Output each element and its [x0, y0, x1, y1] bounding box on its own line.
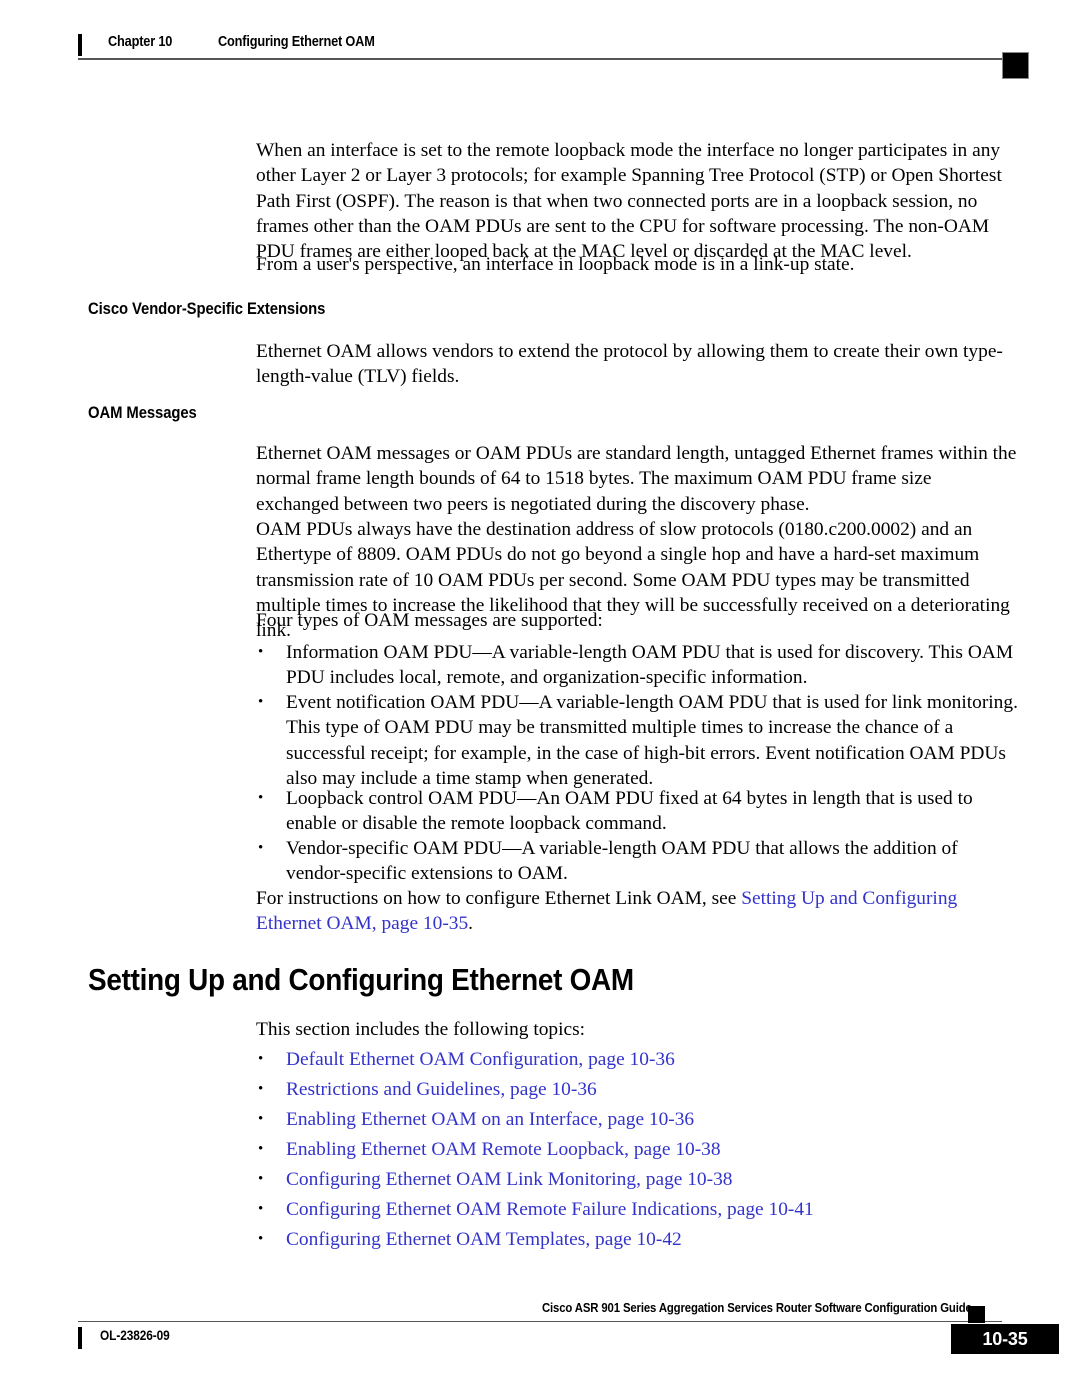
bullet-glyph: •: [258, 1081, 264, 1097]
list-item[interactable]: • Default Ethernet OAM Configuration, pa…: [258, 1047, 958, 1072]
bullet-glyph: •: [258, 1171, 264, 1187]
footer-divider: [78, 1321, 1002, 1323]
toc-link-configuring-ethernet-oam-templates[interactable]: Configuring Ethernet OAM Templates, page…: [286, 1227, 958, 1252]
list-item[interactable]: • Restrictions and Guidelines, page 10-3…: [258, 1077, 958, 1102]
list-item: • Loopback control OAM PDU—An OAM PDU fi…: [258, 786, 1020, 837]
bullet-glyph: •: [258, 1141, 264, 1157]
header-divider: [78, 58, 1002, 60]
paragraph-cross-reference: For instructions on how to configure Eth…: [256, 886, 1018, 937]
footer-accent-bar: [78, 1327, 82, 1349]
paragraph-section-intro: This section includes the following topi…: [256, 1019, 586, 1040]
bullet-glyph: •: [258, 790, 264, 806]
page-header: Chapter 10 Configuring Ethernet OAM: [78, 32, 1029, 79]
toc-link-enabling-ethernet-oam-remote-loopback[interactable]: Enabling Ethernet OAM Remote Loopback, p…: [286, 1137, 958, 1162]
footer-document-id: OL-23826-09: [100, 1328, 170, 1343]
paragraph-user-perspective: From a user's perspective, an interface …: [256, 254, 855, 275]
list-item-text: Vendor-specific OAM PDU—A variable-lengt…: [286, 838, 958, 885]
list-item[interactable]: • Configuring Ethernet OAM Link Monitori…: [258, 1167, 958, 1192]
bullet-glyph: •: [258, 840, 264, 856]
list-item: • Event notification OAM PDU—A variable-…: [258, 690, 1020, 791]
bullet-glyph: •: [258, 1051, 264, 1067]
list-item-text: Event notification OAM PDU—A variable-le…: [286, 692, 1018, 789]
footer-guide-title: Cisco ASR 901 Series Aggregation Service…: [542, 1300, 972, 1315]
bullet-glyph: •: [258, 1201, 264, 1217]
list-item[interactable]: • Enabling Ethernet OAM on an Interface,…: [258, 1107, 958, 1132]
toc-link-configuring-ethernet-oam-remote-failure-indications[interactable]: Configuring Ethernet OAM Remote Failure …: [286, 1197, 958, 1222]
toc-link-default-ethernet-oam-configuration[interactable]: Default Ethernet OAM Configuration, page…: [286, 1047, 958, 1072]
toc-link-configuring-ethernet-oam-link-monitoring[interactable]: Configuring Ethernet OAM Link Monitoring…: [286, 1167, 958, 1192]
header-thumb-tab-marker: [1002, 52, 1029, 79]
list-item: • Information OAM PDU—A variable-length …: [258, 640, 1020, 691]
cross-reference-lead-text: For instructions on how to configure Eth…: [256, 888, 742, 909]
page-number-box: 10-35: [951, 1324, 1059, 1354]
bullet-glyph: •: [258, 694, 264, 710]
list-item-text: Information OAM PDU—A variable-length OA…: [286, 642, 1014, 689]
header-accent-bar: [78, 34, 82, 56]
list-item-text: Loopback control OAM PDU—An OAM PDU fixe…: [286, 788, 973, 835]
header-chapter-title: Configuring Ethernet OAM: [218, 34, 375, 50]
header-chapter-label: Chapter 10: [108, 34, 173, 50]
page-number: 10-35: [982, 1329, 1028, 1349]
footer-thumb-tab-marker: [968, 1306, 985, 1323]
page-title: Setting Up and Configuring Ethernet OAM: [88, 962, 634, 997]
list-item: • Vendor-specific OAM PDU—A variable-len…: [258, 836, 1020, 887]
paragraph-four-types-intro: Four types of OAM messages are supported…: [256, 610, 603, 631]
heading-cisco-vendor-specific-extensions: Cisco Vendor-Specific Extensions: [88, 300, 326, 318]
heading-oam-messages: OAM Messages: [88, 404, 197, 422]
toc-link-restrictions-and-guidelines[interactable]: Restrictions and Guidelines, page 10-36: [286, 1077, 958, 1102]
list-item[interactable]: • Configuring Ethernet OAM Remote Failur…: [258, 1197, 958, 1222]
paragraph-loopback-mode: When an interface is set to the remote l…: [256, 140, 1002, 263]
list-item[interactable]: • Enabling Ethernet OAM Remote Loopback,…: [258, 1137, 958, 1162]
paragraph-oam-message-lengths: Ethernet OAM messages or OAM PDUs are st…: [256, 443, 1017, 515]
bullet-glyph: •: [258, 644, 264, 660]
list-item[interactable]: • Configuring Ethernet OAM Templates, pa…: [258, 1227, 958, 1252]
page-footer: Cisco ASR 901 Series Aggregation Service…: [78, 1300, 1059, 1370]
cross-reference-trailing-text: .: [468, 913, 474, 935]
toc-link-enabling-ethernet-oam-on-an-interface[interactable]: Enabling Ethernet OAM on an Interface, p…: [286, 1107, 958, 1132]
bullet-glyph: •: [258, 1111, 264, 1127]
bullet-glyph: •: [258, 1231, 264, 1247]
paragraph-vendor-extensions: Ethernet OAM allows vendors to extend th…: [256, 341, 1003, 388]
